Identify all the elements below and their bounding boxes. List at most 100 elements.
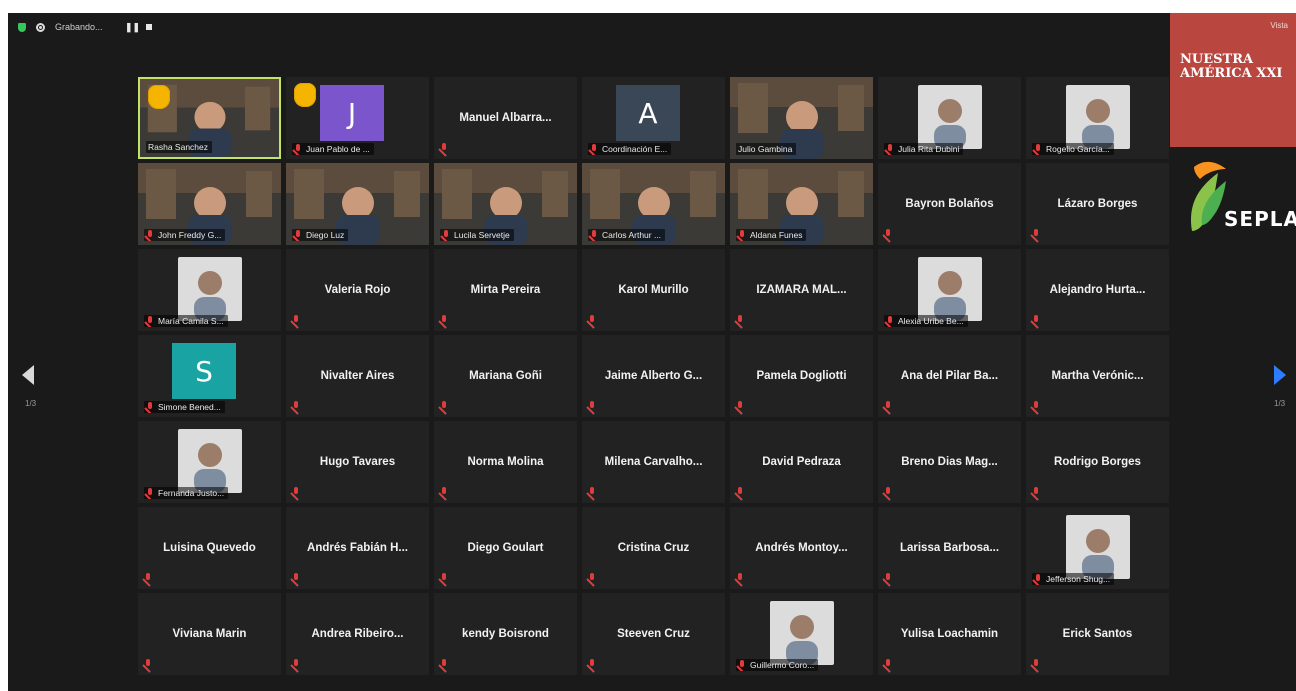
- participant-tile[interactable]: Nivalter Aires: [286, 335, 429, 417]
- participant-tile[interactable]: Lucila Servetje: [434, 163, 577, 245]
- participant-tile[interactable]: Aldana Funes: [730, 163, 873, 245]
- participant-name: Lázaro Borges: [1057, 198, 1138, 210]
- participant-name: Simone Bened...: [158, 402, 221, 412]
- participant-tile[interactable]: Pamela Dogliotti: [730, 335, 873, 417]
- muted-mic-icon: [588, 659, 596, 669]
- participant-tile[interactable]: Diego Luz: [286, 163, 429, 245]
- participant-tile[interactable]: Luisina Quevedo: [138, 507, 281, 589]
- muted-mic-icon: [884, 659, 892, 669]
- participant-tile[interactable]: Andrés Fabián H...: [286, 507, 429, 589]
- participant-tile[interactable]: Bayron Bolaños: [878, 163, 1021, 245]
- participant-tile[interactable]: kendy Boisrond: [434, 593, 577, 675]
- recording-status: Grabando...: [55, 22, 103, 32]
- muted-mic-icon: [590, 144, 598, 154]
- participant-name: David Pedraza: [762, 456, 841, 468]
- participant-tile[interactable]: Breno Dias Mag...: [878, 421, 1021, 503]
- participant-label: Jefferson Shug...: [1032, 573, 1115, 585]
- view-toggle[interactable]: Vista: [1270, 21, 1288, 30]
- muted-mic-icon: [1032, 401, 1040, 411]
- muted-mic-icon: [884, 487, 892, 497]
- participant-name: Luisina Quevedo: [163, 542, 256, 554]
- participant-name: Diego Luz: [306, 230, 345, 240]
- participant-tile[interactable]: Fernanda Justo...: [138, 421, 281, 503]
- participant-name: Guillermo Coro...: [750, 660, 815, 670]
- participant-tile[interactable]: Karol Murillo: [582, 249, 725, 331]
- participant-name: Diego Goulart: [467, 542, 544, 554]
- participant-tile[interactable]: Diego Goulart: [434, 507, 577, 589]
- participant-name: Alejandro Hurta...: [1049, 284, 1146, 296]
- participant-tile[interactable]: Rogelio García...: [1026, 77, 1169, 159]
- participant-tile[interactable]: J Juan Pablo de ...: [286, 77, 429, 159]
- muted-mic-icon: [1032, 229, 1040, 239]
- participant-tile[interactable]: Julia Rita Dubini: [878, 77, 1021, 159]
- page-indicator-right: 1/3: [1274, 399, 1286, 408]
- participant-tile[interactable]: Andrés Montoy...: [730, 507, 873, 589]
- participant-tile[interactable]: Manuel Albarra...: [434, 77, 577, 159]
- participant-name: John Freddy G...: [158, 230, 222, 240]
- participant-tile[interactable]: Norma Molina: [434, 421, 577, 503]
- stop-recording-icon[interactable]: [146, 23, 153, 30]
- participant-tile[interactable]: Erick Santos: [1026, 593, 1169, 675]
- participant-tile[interactable]: Julio Gambina: [730, 77, 873, 159]
- participant-name: Coordinación E...: [602, 144, 668, 154]
- participant-tile[interactable]: Rodrigo Borges: [1026, 421, 1169, 503]
- muted-mic-icon: [144, 659, 152, 669]
- muted-mic-icon: [588, 315, 596, 325]
- muted-mic-icon: [736, 487, 744, 497]
- participant-name: Nivalter Aires: [320, 370, 395, 382]
- participant-label: Juan Pablo de ...: [292, 143, 374, 155]
- muted-mic-icon: [294, 144, 302, 154]
- recording-icon: [36, 22, 45, 32]
- participant-label: María Camila S...: [144, 315, 228, 327]
- participant-tile[interactable]: Valeria Rojo: [286, 249, 429, 331]
- participant-label: Julio Gambina: [736, 143, 797, 155]
- participant-tile[interactable]: Alejandro Hurta...: [1026, 249, 1169, 331]
- previous-page-arrow-icon[interactable]: [22, 365, 34, 385]
- participant-tile[interactable]: Mirta Pereira: [434, 249, 577, 331]
- participant-tile[interactable]: Andrea Ribeiro...: [286, 593, 429, 675]
- participant-label: Carlos Arthur ...: [588, 229, 666, 241]
- sepla-text: SEPLA: [1224, 207, 1296, 231]
- participant-tile[interactable]: Guillermo Coro...: [730, 593, 873, 675]
- muted-mic-icon: [146, 488, 154, 498]
- participant-tile[interactable]: Mariana Goñi: [434, 335, 577, 417]
- next-page-arrow-icon[interactable]: [1274, 365, 1286, 385]
- participant-tile[interactable]: Rasha Sanchez: [138, 77, 281, 159]
- zoom-window: Grabando... ❚❚ 1/3 Rasha Sanchez J Juan Pa…: [8, 13, 1296, 691]
- participant-tile[interactable]: Lázaro Borges: [1026, 163, 1169, 245]
- participant-gallery: Rasha Sanchez J Juan Pablo de ... Manuel Al…: [138, 77, 1169, 675]
- participant-tile[interactable]: Carlos Arthur ...: [582, 163, 725, 245]
- security-shield-icon[interactable]: [18, 22, 26, 32]
- participant-tile[interactable]: Ana del Pilar Ba...: [878, 335, 1021, 417]
- participant-tile[interactable]: Jaime Alberto G...: [582, 335, 725, 417]
- participant-tile[interactable]: A Coordinación E...: [582, 77, 725, 159]
- participant-tile[interactable]: Martha Verónic...: [1026, 335, 1169, 417]
- participant-name: Bayron Bolaños: [905, 198, 994, 210]
- participant-tile[interactable]: Milena Carvalho...: [582, 421, 725, 503]
- muted-mic-icon: [440, 143, 448, 153]
- participant-tile[interactable]: Jefferson Shug...: [1026, 507, 1169, 589]
- participant-name: Andrés Fabián H...: [307, 542, 408, 554]
- participant-tile[interactable]: Viviana Marin: [138, 593, 281, 675]
- participant-name: Juan Pablo de ...: [306, 144, 370, 154]
- participant-tile[interactable]: David Pedraza: [730, 421, 873, 503]
- participant-tile[interactable]: John Freddy G...: [138, 163, 281, 245]
- participant-tile[interactable]: Yulisa Loachamin: [878, 593, 1021, 675]
- participant-photo: [918, 257, 982, 321]
- participant-tile[interactable]: Cristina Cruz: [582, 507, 725, 589]
- participant-name: Andrés Montoy...: [755, 542, 848, 554]
- participant-tile[interactable]: Larissa Barbosa...: [878, 507, 1021, 589]
- participant-tile[interactable]: Alexia Uribe Be...: [878, 249, 1021, 331]
- muted-mic-icon: [440, 315, 448, 325]
- participant-name: Mariana Goñi: [469, 370, 542, 382]
- avatar: S: [172, 343, 236, 399]
- participant-tile[interactable]: María Camila S...: [138, 249, 281, 331]
- participant-tile[interactable]: Steeven Cruz: [582, 593, 725, 675]
- participant-tile[interactable]: S Simone Bened...: [138, 335, 281, 417]
- participant-tile[interactable]: IZAMARA MAL...: [730, 249, 873, 331]
- muted-mic-icon: [736, 573, 744, 583]
- muted-mic-icon: [1032, 315, 1040, 325]
- participant-name: IZAMARA MAL...: [756, 284, 847, 296]
- participant-tile[interactable]: Hugo Tavares: [286, 421, 429, 503]
- pause-recording-icon[interactable]: ❚❚: [125, 22, 140, 33]
